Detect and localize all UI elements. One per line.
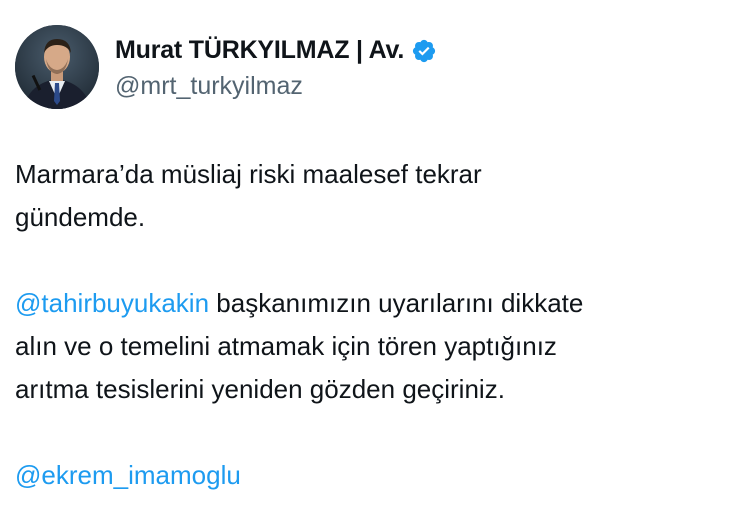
mention-tahirbuyukakin[interactable]: @tahirbuyukakin <box>15 288 209 318</box>
tweet-line-4: alın ve o temelini atmamak için tören ya… <box>15 331 557 361</box>
author-handle[interactable]: @mrt_turkyilmaz <box>115 72 437 101</box>
author-name[interactable]: Murat TÜRKYILMAZ | Av. <box>115 36 404 65</box>
profile-photo-icon <box>15 25 99 109</box>
tweet-line-2: gündemde. <box>15 202 146 232</box>
tweet-text: Marmara’da müsliaj riski maalesef tekrar… <box>15 153 735 497</box>
tweet-line-6: @ekrem_imamoglu <box>15 454 735 497</box>
author-info: Murat TÜRKYILMAZ | Av. @mrt_turkyilmaz <box>115 34 437 101</box>
tweet-line-1: Marmara’da müsliaj riski maalesef tekrar <box>15 159 482 189</box>
mention-ekrem-imamoglu[interactable]: @ekrem_imamoglu <box>15 460 241 490</box>
tweet-line-3-text: başkanımızın uyarılarını dikkate <box>209 288 584 318</box>
tweet-header: Murat TÜRKYILMAZ | Av. @mrt_turkyilmaz <box>15 25 437 109</box>
name-row: Murat TÜRKYILMAZ | Av. <box>115 34 437 68</box>
author-avatar[interactable] <box>15 25 99 109</box>
tweet-line-5: arıtma tesislerini yeniden gözden geçiri… <box>15 374 505 404</box>
tweet-line-3: @tahirbuyukakin başkanımızın uyarılarını… <box>15 282 735 325</box>
verified-badge-icon[interactable] <box>411 38 437 64</box>
